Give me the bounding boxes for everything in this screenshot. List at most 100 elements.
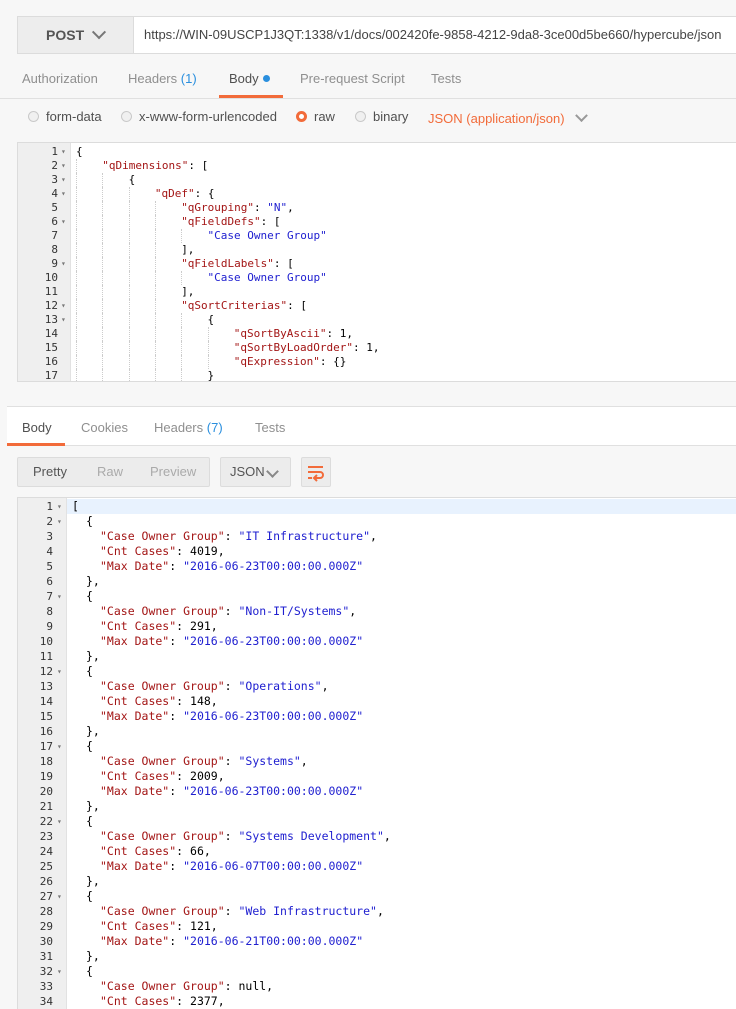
line-number: 20 [39,785,53,798]
tab-response-tests[interactable]: Tests [255,407,285,447]
json-string: "2016-06-21T00:00:00.000Z" [183,934,364,948]
tab-cookies[interactable]: Cookies [81,407,128,447]
indent-guide [154,215,156,229]
json-punctuation: { [86,589,93,603]
json-key: "qDef" [154,187,195,200]
fold-toggle-icon[interactable]: ▾ [61,257,66,271]
line-number: 16 [39,725,53,738]
format-preview-button[interactable]: Preview [150,458,196,486]
line-number: 16 [44,355,58,368]
request-body-editor[interactable]: 1 ▾{2 ▾ "qDimensions": [3 ▾{4 ▾ "qDef": {5 "qGr… [17,142,736,382]
fold-toggle-icon[interactable]: ▾ [61,187,66,201]
fold-toggle-icon[interactable]: ▾ [57,499,62,514]
tab-authorization[interactable]: Authorization [22,58,98,98]
line-number: 5 [51,201,58,214]
fold-toggle-icon[interactable]: ▾ [61,313,66,327]
json-key: "Cnt Cases" [100,919,177,933]
radio-x-www-form-urlencoded[interactable]: x-www-form-urlencoded [121,109,277,124]
code-line: 10 "Case Owner Group" [18,271,736,285]
fold-toggle-icon[interactable]: ▾ [57,589,62,604]
headers-count-badge: (1) [180,71,197,86]
radio-label: binary [373,109,409,124]
tab-tests[interactable]: Tests [431,58,461,98]
code-text: "Cnt Cases": 66, [100,844,211,859]
indent-guide [76,243,77,257]
code-text: "Cnt Cases": 121, [100,919,218,934]
line-number: 6 [51,215,58,228]
indent-guide [128,271,130,285]
response-body-viewer[interactable]: 1 ▾ [2 ▾ {3 "Case Owner Group": "IT Infrastru… [17,497,736,1009]
code-text: "Cnt Cases": 2009, [100,769,225,784]
fold-toggle-icon[interactable]: ▾ [57,814,62,829]
tab-label: Body [22,420,52,435]
code-line: 13 ▾ { [18,313,736,327]
code-text: "qDimensions": [ [102,159,208,173]
wrap-lines-button[interactable] [301,457,331,487]
fold-toggle-icon[interactable]: ▾ [61,299,66,313]
code-text: "Cnt Cases": 291, [100,619,218,634]
fold-toggle-icon[interactable]: ▾ [61,159,66,173]
code-line: 3 "Case Owner Group": "IT Infrastructure"… [18,529,736,544]
code-line: 13 "Case Owner Group": "Operations", [18,679,736,694]
json-string: "2016-06-23T00:00:00.000Z" [183,709,364,723]
code-line: 28 "Case Owner Group": "Web Infrastructur… [18,904,736,919]
indent-guide [128,201,130,215]
code-line: 9 ▾ "qFieldLabels": [ [18,257,736,271]
json-punctuation: : [254,201,268,214]
url-input[interactable]: https://WIN-09USCP1J3QT:1338/v1/docs/002… [144,17,721,53]
indent-guide [76,187,77,201]
line-number: 6 [46,575,53,588]
json-string: "Case Owner Group" [207,229,327,242]
indent-guide [181,341,183,355]
line-number: 4 [46,545,53,558]
line-number: 10 [44,271,58,284]
code-line: 8], [18,243,736,257]
radio-form-data[interactable]: form-data [28,109,102,124]
fold-toggle-icon[interactable]: ▾ [57,964,62,979]
tab-pre-request-script[interactable]: Pre-request Script [300,58,405,98]
json-key: "Case Owner Group" [100,679,225,693]
radio-raw[interactable]: raw [296,109,335,124]
line-number: 9 [46,620,53,633]
tab-label: Authorization [22,71,98,86]
indent-guide [76,341,77,355]
tab-headers[interactable]: Headers (1) [128,58,197,98]
line-number: 1 [51,145,58,158]
code-line: 33 "Case Owner Group": null, [18,979,736,994]
format-pretty-button[interactable]: Pretty [33,458,67,486]
json-key: "Max Date" [100,634,170,648]
indent-guide [102,215,104,229]
radio-binary[interactable]: binary [355,109,408,124]
json-punctuation: , [349,604,357,618]
fold-toggle-icon[interactable]: ▾ [57,739,62,754]
indent-guide [128,341,130,355]
fold-toggle-icon[interactable]: ▾ [57,889,62,904]
tab-response-headers[interactable]: Headers (7) [154,407,223,447]
code-line: 14 "qSortByAscii": 1, [18,327,736,341]
json-punctuation: : 291, [176,619,218,633]
fold-toggle-icon[interactable]: ▾ [57,664,62,679]
response-format-group: Pretty Raw Preview [17,457,210,487]
line-number: 2 [46,515,53,528]
json-key: "Case Owner Group" [100,979,225,993]
format-raw-button[interactable]: Raw [97,458,123,486]
fold-toggle-icon[interactable]: ▾ [57,514,62,529]
code-text: "Max Date": "2016-06-21T00:00:00.000Z" [100,934,363,949]
tab-response-body[interactable]: Body [22,407,52,447]
method-select[interactable]: POST [18,17,134,53]
code-line: 17} [18,369,736,381]
response-language-select[interactable]: JSON [220,457,291,487]
indent-guide [207,327,209,341]
tab-body[interactable]: Body [229,58,270,98]
content-type-select[interactable]: JSON (application/json) [428,109,588,126]
radio-circle [121,111,132,122]
fold-toggle-icon[interactable]: ▾ [61,173,66,187]
json-string: "2016-06-07T00:00:00.000Z" [183,859,364,873]
tab-label: Cookies [81,420,128,435]
indent-guide [154,257,156,271]
fold-toggle-icon[interactable]: ▾ [61,215,66,229]
line-number: 7 [46,590,53,603]
line-number: 13 [39,680,53,693]
fold-toggle-icon[interactable]: ▾ [61,145,66,159]
line-number: 25 [39,860,53,873]
